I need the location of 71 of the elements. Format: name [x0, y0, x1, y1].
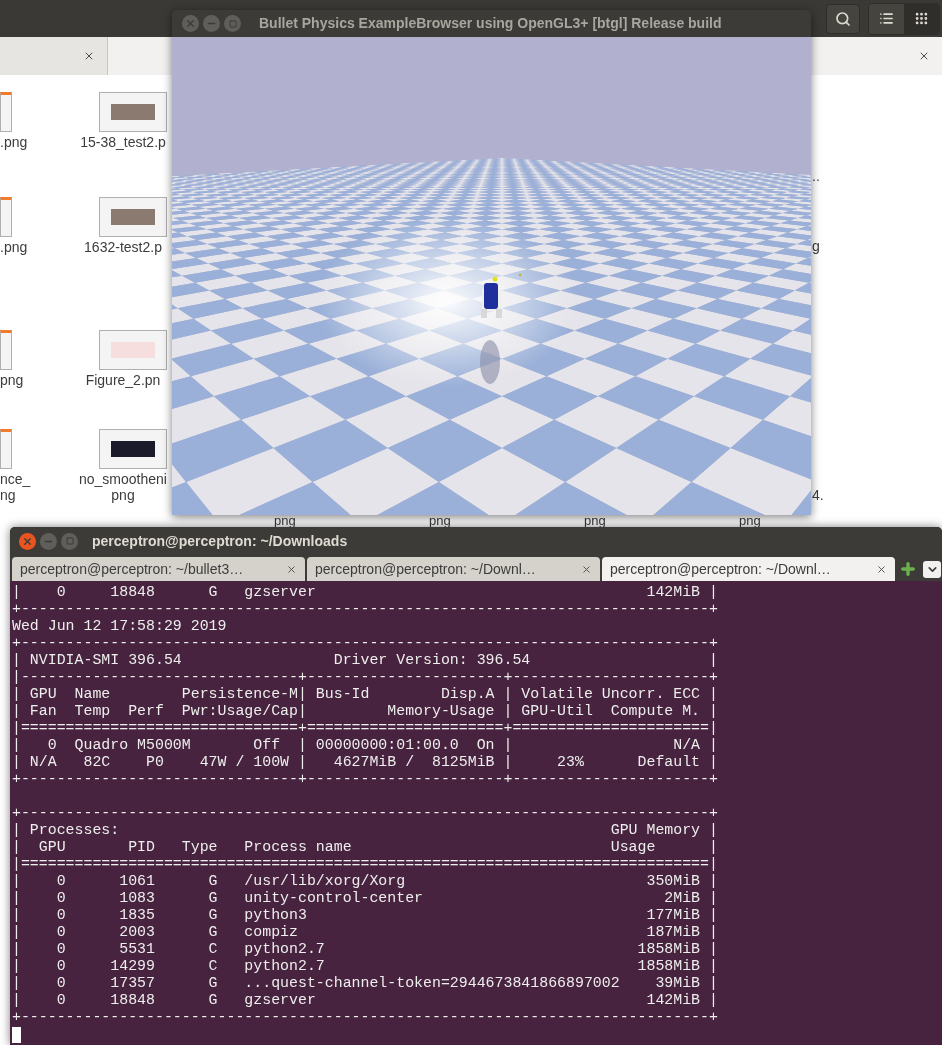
- terminal-line: |===============================+======================+======================|: [12, 720, 718, 737]
- file-name[interactable]: 15-38_test2.p: [74, 134, 172, 150]
- terminal-line: | 0 2003 G compiz 187MiB |: [12, 924, 718, 941]
- terminal-line: |=============================================================================|: [12, 856, 718, 873]
- terminal-line: |-------------------------------+----------------------+----------------------+: [12, 669, 718, 686]
- thumbnail[interactable]: [99, 330, 167, 370]
- thumbnail[interactable]: [0, 330, 12, 370]
- maximize-icon: [228, 19, 237, 28]
- terminal-line: | 0 17357 G ...quest-channel-token=2944673841866897002 39MiB |: [12, 975, 718, 992]
- grid-icon: [914, 11, 929, 26]
- terminal-line: | 0 1061 G /usr/lib/xorg/Xorg 350MiB |: [12, 873, 718, 890]
- file-name[interactable]: nce_ ng: [0, 471, 31, 503]
- terminal-line: | 0 14299 C python2.7 1858MiB |: [12, 958, 718, 975]
- terminal-line: +-----------------------------------------------------------------------------+: [12, 601, 718, 618]
- terminal-line: +-------------------------------+----------------------+----------------------+: [12, 771, 718, 788]
- terminal-line: | Fan Temp Perf Pwr:Usage/Cap| Memory-Usage | GPU-Util Compute M. |: [12, 703, 718, 720]
- thumbnail[interactable]: [99, 92, 167, 132]
- terminal-line: | NVIDIA-SMI 396.54 Driver Version: 396.54 |: [12, 652, 718, 669]
- file-name[interactable]: ..: [812, 168, 820, 184]
- file-name[interactable]: png: [0, 372, 24, 388]
- terminal-tab[interactable]: perceptron@perceptron: ~/Downl…: [307, 557, 600, 581]
- close-icon[interactable]: [876, 563, 887, 575]
- grid-view-button[interactable]: [904, 3, 939, 34]
- thumbnail[interactable]: [99, 197, 167, 237]
- close-icon[interactable]: [286, 563, 297, 575]
- search-icon: [835, 10, 851, 27]
- terminal-line: +-----------------------------------------------------------------------------+: [12, 1009, 718, 1026]
- window-title: perceptron@perceptron: ~/Downloads: [92, 531, 348, 551]
- file-name[interactable]: .png: [0, 134, 28, 150]
- terminal-tab[interactable]: perceptron@perceptron: ~/Downl…: [602, 557, 895, 581]
- list-icon: [879, 11, 894, 26]
- thumbnail[interactable]: [0, 197, 12, 237]
- close-button[interactable]: [19, 532, 36, 550]
- dropdown-button[interactable]: [923, 560, 941, 578]
- terminal-line: | 0 18848 G gzserver 142MiB |: [12, 584, 718, 601]
- thumbnail[interactable]: [99, 429, 167, 469]
- thumbnail[interactable]: [0, 429, 12, 469]
- tab-label: perceptron@perceptron: ~/Downl…: [610, 559, 831, 579]
- terminal-line: +-----------------------------------------------------------------------------+: [12, 805, 718, 822]
- terminal-line: | 0 1835 G python3 177MiB |: [12, 907, 718, 924]
- text-cursor: [12, 1027, 21, 1043]
- close-icon[interactable]: [918, 50, 930, 62]
- tab-label: perceptron@perceptron: ~/Downl…: [315, 559, 536, 579]
- tab-label: perceptron@perceptron: ~/bullet3…: [20, 559, 244, 579]
- terminal-line: | Processes: GPU Memory |: [12, 822, 718, 839]
- terminal-line: +-----------------------------------------------------------------------------+: [12, 635, 718, 652]
- terminal-line: Wed Jun 12 17:58:29 2019: [12, 618, 227, 635]
- list-view-button[interactable]: [869, 3, 904, 34]
- search-button[interactable]: [826, 3, 860, 34]
- close-icon: [22, 535, 33, 547]
- file-name[interactable]: 4.: [812, 487, 824, 503]
- terminal-line: | 0 Quadro M5000M Off | 00000000:01:00.0 On | N/A |: [12, 737, 718, 754]
- file-name[interactable]: .png: [0, 239, 28, 255]
- terminal-tab[interactable]: perceptron@perceptron: ~/bullet3…: [12, 557, 305, 581]
- terminal-line: | 0 5531 C python2.7 1858MiB |: [12, 941, 718, 958]
- thumbnail[interactable]: [0, 92, 12, 132]
- maximize-icon: [65, 537, 74, 545]
- file-name[interactable]: 1632-test2.p: [74, 239, 172, 255]
- close-icon[interactable]: [581, 563, 592, 575]
- close-icon: [185, 18, 196, 29]
- close-icon[interactable]: [83, 50, 95, 62]
- terminal-line: | GPU PID Type Process name Usage |: [12, 839, 718, 856]
- terminal-line: | 0 1083 G unity-control-center 2MiB |: [12, 890, 718, 907]
- new-tab-icon[interactable]: [899, 560, 917, 578]
- file-name[interactable]: Figure_2.pn: [74, 372, 172, 388]
- terminal-line: | 0 18848 G gzserver 142MiB |: [12, 992, 718, 1009]
- terminal-line: | N/A 82C P0 47W / 100W | 4627MiB / 8125MiB | 23% Default |: [12, 754, 718, 771]
- terminal-line: | GPU Name Persistence-M| Bus-Id Disp.A | Volatile Uncorr. ECC |: [12, 686, 718, 703]
- file-name[interactable]: g: [812, 238, 820, 254]
- file-name[interactable]: no_smootheni png: [74, 471, 172, 503]
- window-title: Bullet Physics ExampleBrowser using OpenGL3+ [btgl] Release build: [259, 14, 722, 33]
